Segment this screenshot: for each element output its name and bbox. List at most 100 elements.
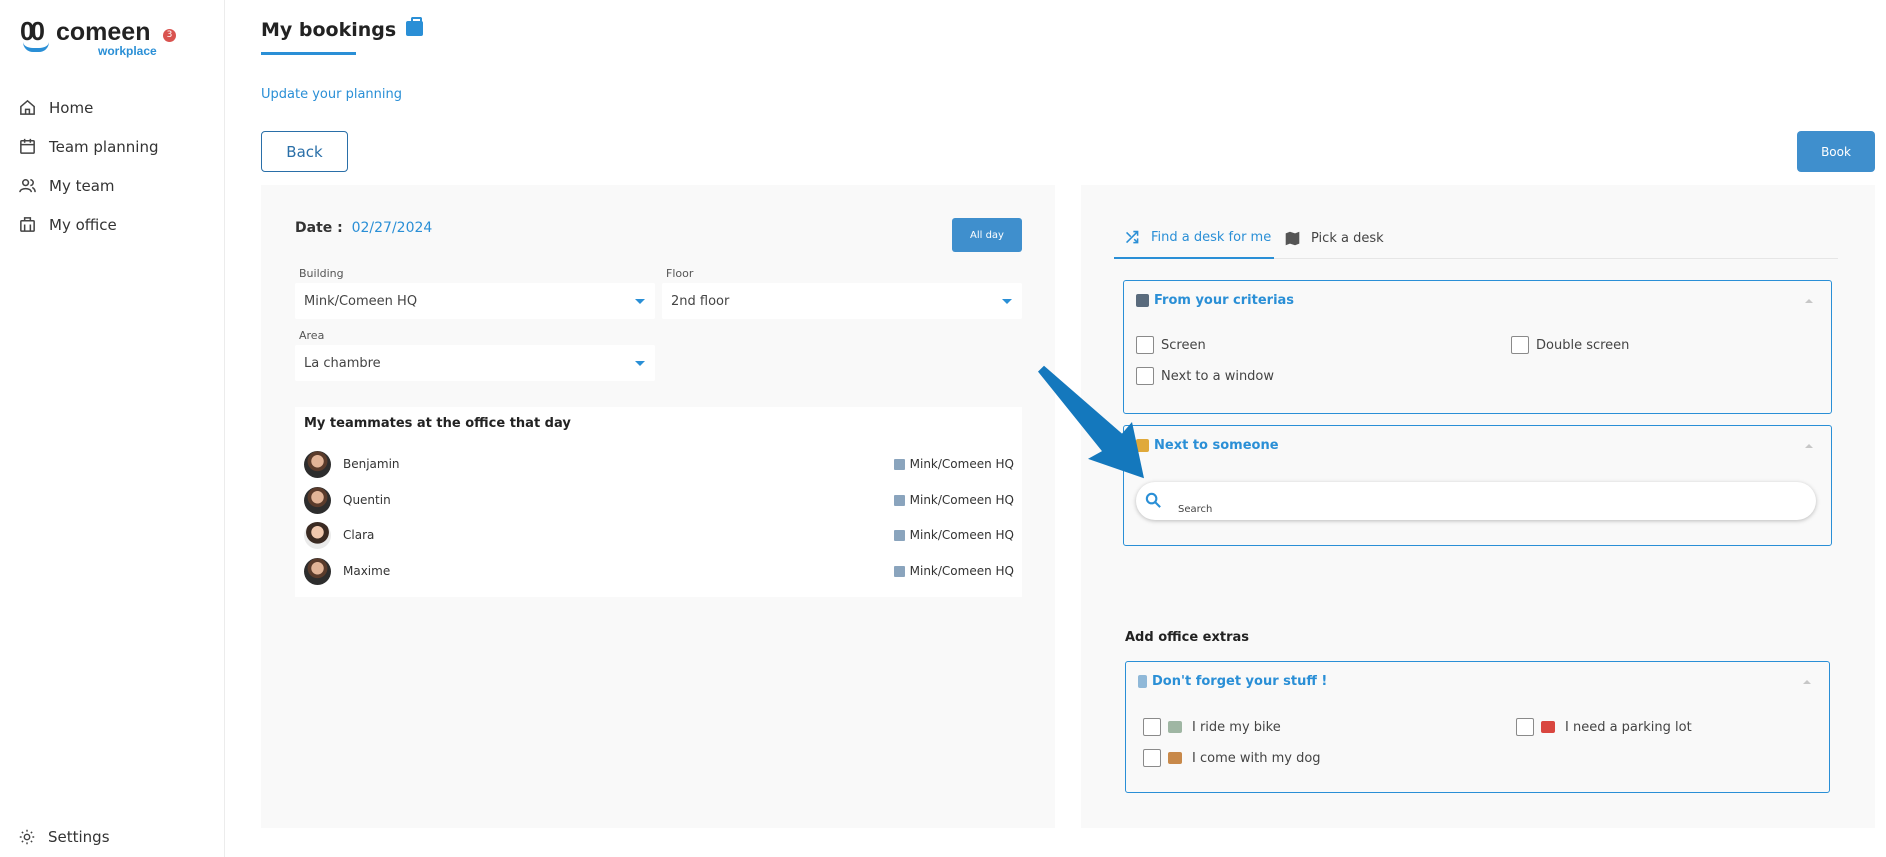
chevron-down-icon (635, 299, 645, 304)
chevron-up-icon[interactable] (1805, 444, 1813, 448)
area-label: Area (299, 329, 325, 342)
app-root: 00 comeen workplace 3 Home Team planning… (0, 0, 1886, 857)
sidebar: 00 comeen workplace 3 Home Team planning… (0, 0, 225, 857)
next-to-someone-card: Next to someone Search (1123, 425, 1832, 546)
teammate-building-label: Mink/Comeen HQ (909, 528, 1014, 542)
floor-label: Floor (666, 267, 694, 280)
checkbox-box[interactable] (1516, 718, 1534, 736)
logo-smile-icon (23, 42, 49, 52)
building-icon (20, 217, 35, 232)
sidebar-item-my-team[interactable]: My team (0, 166, 225, 205)
sidebar-item-team-planning[interactable]: Team planning (0, 127, 225, 166)
checkbox-box[interactable] (1143, 749, 1161, 767)
teammate-name: Clara (343, 528, 375, 542)
sidebar-item-home[interactable]: Home (0, 88, 225, 127)
list-item[interactable]: Quentin Mink/Comeen HQ (304, 485, 1014, 515)
floor-value: 2nd floor (671, 293, 730, 309)
extras-title: Add office extras (1125, 630, 1250, 645)
double-screen-checkbox[interactable]: Double screen (1511, 336, 1629, 354)
sidebar-item-label: Home (49, 98, 94, 117)
title-underline (261, 52, 356, 55)
pointer-arrow-icon (1038, 365, 1144, 479)
teammate-name: Maxime (343, 564, 391, 578)
building-icon (893, 529, 905, 541)
booking-details-panel: Date : 02/27/2024 All day Building Mink/… (261, 185, 1055, 828)
list-item[interactable]: Clara Mink/Comeen HQ (304, 520, 1014, 550)
tab-find-a-desk[interactable]: Find a desk for me (1114, 218, 1274, 259)
search-input[interactable]: Search (1136, 482, 1816, 520)
building-select[interactable]: Mink/Comeen HQ (295, 283, 655, 319)
avatar (304, 450, 331, 478)
shuffle-icon (1126, 230, 1139, 244)
teammate-building: Mink/Comeen HQ (893, 493, 1014, 507)
update-planning-link[interactable]: Update your planning (261, 87, 402, 102)
checkbox-label: Next to a window (1161, 368, 1275, 384)
settings-label: Settings (48, 828, 110, 846)
book-button[interactable]: Book (1797, 131, 1875, 172)
dont-forget-card: Don't forget your stuff ! I ride my bike… (1125, 661, 1830, 793)
sidebar-item-label: My office (49, 215, 117, 234)
chevron-down-icon (635, 361, 645, 366)
page-title-text: My bookings (261, 19, 397, 41)
checkbox-box[interactable] (1143, 718, 1161, 736)
screen-checkbox[interactable]: Screen (1136, 336, 1206, 354)
next-to-someone-title: Next to someone (1154, 438, 1279, 453)
dont-forget-title: Don't forget your stuff ! (1152, 674, 1328, 689)
building-icon (893, 458, 905, 470)
logo-word: comeen (56, 18, 151, 46)
checkbox-label: I come with my dog (1192, 750, 1321, 766)
date-value[interactable]: 02/27/2024 (352, 220, 433, 236)
home-icon (20, 99, 35, 115)
tab-pick-a-desk[interactable]: Pick a desk (1284, 218, 1424, 259)
back-button[interactable]: Back (261, 131, 348, 172)
desk-finder-panel: Find a desk for me Pick a desk From your… (1081, 185, 1875, 828)
map-icon (1285, 231, 1300, 246)
chevron-down-icon (1002, 299, 1012, 304)
date-label: Date : (295, 220, 343, 236)
sidebar-item-settings[interactable]: Settings (18, 828, 110, 846)
search-icon (1145, 492, 1161, 508)
teammate-building-label: Mink/Comeen HQ (909, 457, 1014, 471)
dog-icon (1168, 752, 1182, 764)
building-value: Mink/Comeen HQ (304, 293, 418, 309)
sidebar-item-my-office[interactable]: My office (0, 205, 225, 244)
all-day-button[interactable]: All day (952, 218, 1022, 252)
users-icon (19, 179, 36, 193)
teammate-building: Mink/Comeen HQ (893, 528, 1014, 542)
checkbox-box[interactable] (1136, 336, 1154, 354)
area-value: La chambre (304, 355, 381, 371)
dog-checkbox[interactable]: I come with my dog (1143, 749, 1321, 767)
search-placeholder: Search (1178, 504, 1213, 515)
tab-label: Pick a desk (1311, 231, 1384, 246)
date-line: Date : 02/27/2024 (295, 220, 432, 236)
chevron-up-icon[interactable] (1805, 299, 1813, 303)
building-icon (893, 494, 905, 506)
teammate-building-label: Mink/Comeen HQ (909, 493, 1014, 507)
page-title: My bookings (261, 16, 424, 41)
teammates-card: My teammates at the office that day Benj… (295, 407, 1022, 597)
logo-subtitle: workplace (98, 44, 157, 58)
avatar (304, 521, 331, 549)
list-item[interactable]: Maxime Mink/Comeen HQ (304, 556, 1014, 586)
building-label: Building (299, 267, 344, 280)
parking-checkbox[interactable]: I need a parking lot (1516, 718, 1692, 736)
criterias-header[interactable]: From your criterias (1136, 293, 1294, 308)
tab-label: Find a desk for me (1151, 230, 1272, 245)
avatar (304, 557, 331, 585)
checkbox-label: Screen (1161, 337, 1206, 353)
gear-icon (19, 829, 35, 845)
list-item[interactable]: Benjamin Mink/Comeen HQ (304, 449, 1014, 479)
cup-icon (1138, 675, 1147, 688)
checkbox-box[interactable] (1511, 336, 1529, 354)
area-select[interactable]: La chambre (295, 345, 655, 381)
sidebar-item-label: My team (49, 176, 115, 195)
checkbox-label: Double screen (1536, 337, 1630, 353)
floor-select[interactable]: 2nd floor (662, 283, 1022, 319)
logo[interactable]: 00 comeen workplace (20, 16, 160, 58)
bike-checkbox[interactable]: I ride my bike (1143, 718, 1281, 736)
teammate-building-label: Mink/Comeen HQ (909, 564, 1014, 578)
teammate-name: Quentin (343, 493, 391, 507)
chevron-up-icon[interactable] (1803, 680, 1811, 684)
dont-forget-header[interactable]: Don't forget your stuff ! (1138, 674, 1327, 689)
notification-badge[interactable]: 3 (163, 29, 176, 42)
